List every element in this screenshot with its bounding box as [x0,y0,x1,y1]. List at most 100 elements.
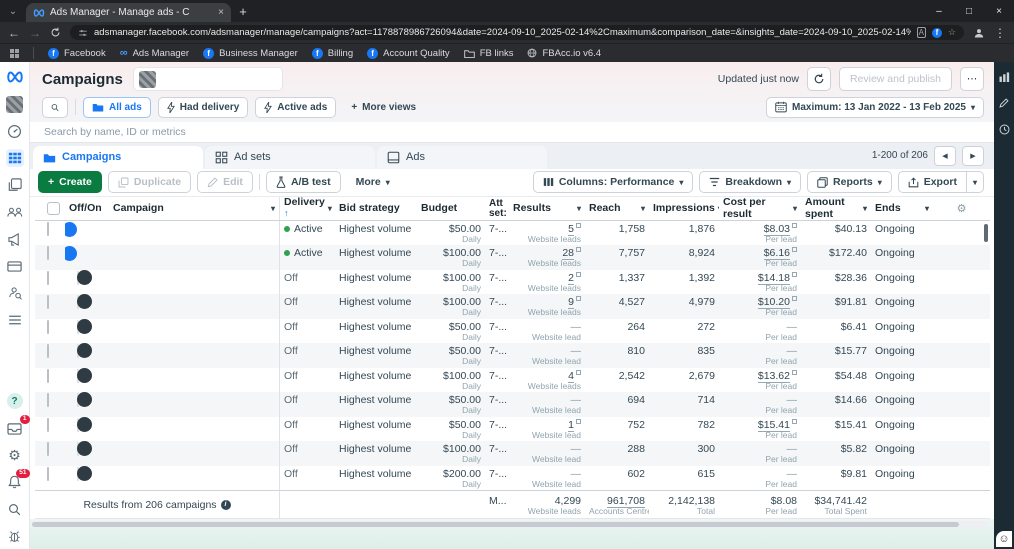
account-avatar[interactable] [6,95,24,113]
settings-gear-icon[interactable]: ⚙ [6,446,24,464]
table-search-input[interactable] [44,125,980,138]
refresh-button[interactable] [806,67,831,91]
meta-logo[interactable] [6,68,24,86]
bookmark-business-manager[interactable]: f Business Manager [203,47,298,59]
campaign-name[interactable] [109,343,279,368]
row-checkbox[interactable] [35,343,65,368]
prev-page-button[interactable]: ◀ [934,145,956,166]
row-checkbox[interactable] [35,221,65,246]
row-toggle-cell[interactable] [65,392,109,417]
billing-card-icon[interactable] [6,257,24,275]
window-minimize-button[interactable]: – [924,6,954,17]
ad-account-selector[interactable] [132,67,283,91]
row-toggle[interactable] [77,416,92,432]
col-cost-per-result[interactable]: Cost per result ▾ [719,197,801,220]
inbox-icon[interactable]: 1 [6,415,30,437]
notifications-bell-icon[interactable]: 51 [6,469,30,491]
row-toggle-cell[interactable] [65,318,109,344]
row-toggle-cell[interactable] [65,269,109,295]
bug-report-icon[interactable] [6,527,24,545]
campaign-name[interactable] [109,294,279,319]
tab-close-icon[interactable]: × [218,7,224,18]
account-overview-icon[interactable] [6,122,24,140]
search-rail-icon[interactable] [6,500,24,518]
bookmark-account-quality[interactable]: f Account Quality [367,47,450,59]
forward-icon[interactable]: → [29,27,41,39]
col-budget[interactable]: Budget [417,197,485,220]
ads-reporting-icon[interactable] [6,176,24,194]
col-off-on[interactable]: Off/On [65,197,109,220]
row-toggle-cell[interactable] [65,343,109,368]
row-toggle[interactable] [77,269,92,285]
campaign-name[interactable] [109,417,279,442]
tab-search-chevron-icon[interactable]: ⌄ [0,0,26,22]
filter-active-ads[interactable]: Active ads [255,96,337,118]
row-toggle-cell[interactable] [65,221,109,246]
col-results[interactable]: Results ▾ [509,197,585,220]
apps-grid-icon[interactable] [10,48,19,58]
row-toggle-cell[interactable] [65,441,109,466]
row-checkbox[interactable] [35,294,65,319]
advertise-megaphone-icon[interactable] [6,230,24,248]
breakdown-button[interactable]: Breakdown ▾ [699,171,802,194]
col-reach[interactable]: Reach ▾ [585,197,649,220]
bookmark-ads-manager[interactable]: ∞ Ads Manager [120,47,189,59]
duplicate-button[interactable]: Duplicate [107,171,192,194]
campaign-name[interactable] [109,466,279,491]
new-tab-button[interactable]: + [231,0,255,22]
col-delivery[interactable]: Delivery ↑ ▾ [279,196,335,220]
row-checkbox[interactable] [35,319,65,344]
tab-campaigns[interactable]: Campaigns [33,145,203,169]
bookmark-fb-links[interactable]: FB links [463,48,513,59]
col-amount-spent[interactable]: Amount spent ▾ [801,197,871,220]
profile-icon[interactable] [973,27,985,39]
translate-icon[interactable]: A [916,27,926,38]
back-icon[interactable]: ← [8,27,20,39]
tab-ads[interactable]: Ads [377,145,547,169]
column-settings-gear-icon[interactable]: ⚙ [933,197,990,220]
window-close-button[interactable]: × [984,6,1014,17]
reports-button[interactable]: Reports ▾ [807,171,892,194]
campaign-name[interactable] [109,245,279,270]
more-views-button[interactable]: + More views [343,97,424,118]
row-toggle-cell[interactable] [65,416,109,442]
feedback-smiley-icon[interactable]: ☺ [996,531,1012,547]
campaign-name[interactable] [109,368,279,393]
row-checkbox[interactable] [35,270,65,295]
row-toggle-cell[interactable] [65,367,109,393]
row-checkbox[interactable] [35,392,65,417]
url-bar[interactable]: adsmanager.facebook.com/adsmanager/manag… [70,25,964,40]
create-button[interactable]: + Create [38,171,102,194]
col-campaign[interactable]: Campaign ▾ [109,197,279,220]
row-toggle[interactable] [77,392,92,408]
col-impressions[interactable]: Impressions▾ [649,197,719,220]
audience-insights-icon[interactable] [6,284,24,302]
row-checkbox[interactable] [35,368,65,393]
campaign-name[interactable] [109,221,279,246]
bookmark-star-icon[interactable]: ☆ [948,27,956,38]
browser-menu-icon[interactable]: ⋮ [994,27,1006,39]
row-toggle[interactable] [77,465,92,481]
next-page-button[interactable]: ▶ [962,145,984,166]
row-checkbox[interactable] [35,441,65,466]
history-clock-icon[interactable] [999,124,1010,135]
row-checkbox[interactable] [35,466,65,491]
edit-pencil-icon[interactable] [999,98,1009,108]
facebook-extension-icon[interactable]: f [931,27,942,38]
review-and-publish-button[interactable]: Review and publish [838,67,952,91]
row-toggle-cell[interactable] [65,294,109,319]
performance-chart-icon[interactable] [999,72,1010,82]
vertical-scrollbar[interactable] [984,223,988,242]
date-range-selector[interactable]: Maximum: 13 Jan 2022 - 13 Feb 2025 ▾ [766,96,984,118]
campaign-name[interactable] [109,319,279,344]
help-icon[interactable]: ? [6,392,24,410]
col-attribution[interactable]: Att set: [485,197,509,220]
row-toggle-cell[interactable] [65,465,109,491]
row-toggle[interactable] [77,343,92,359]
more-actions-button[interactable]: More ▾ [346,171,399,194]
reload-icon[interactable] [50,27,61,38]
header-more-button[interactable]: ⋯ [960,67,984,91]
filter-all-ads[interactable]: All ads [83,96,151,118]
campaign-name[interactable] [109,270,279,295]
select-all-checkbox[interactable] [35,197,65,220]
